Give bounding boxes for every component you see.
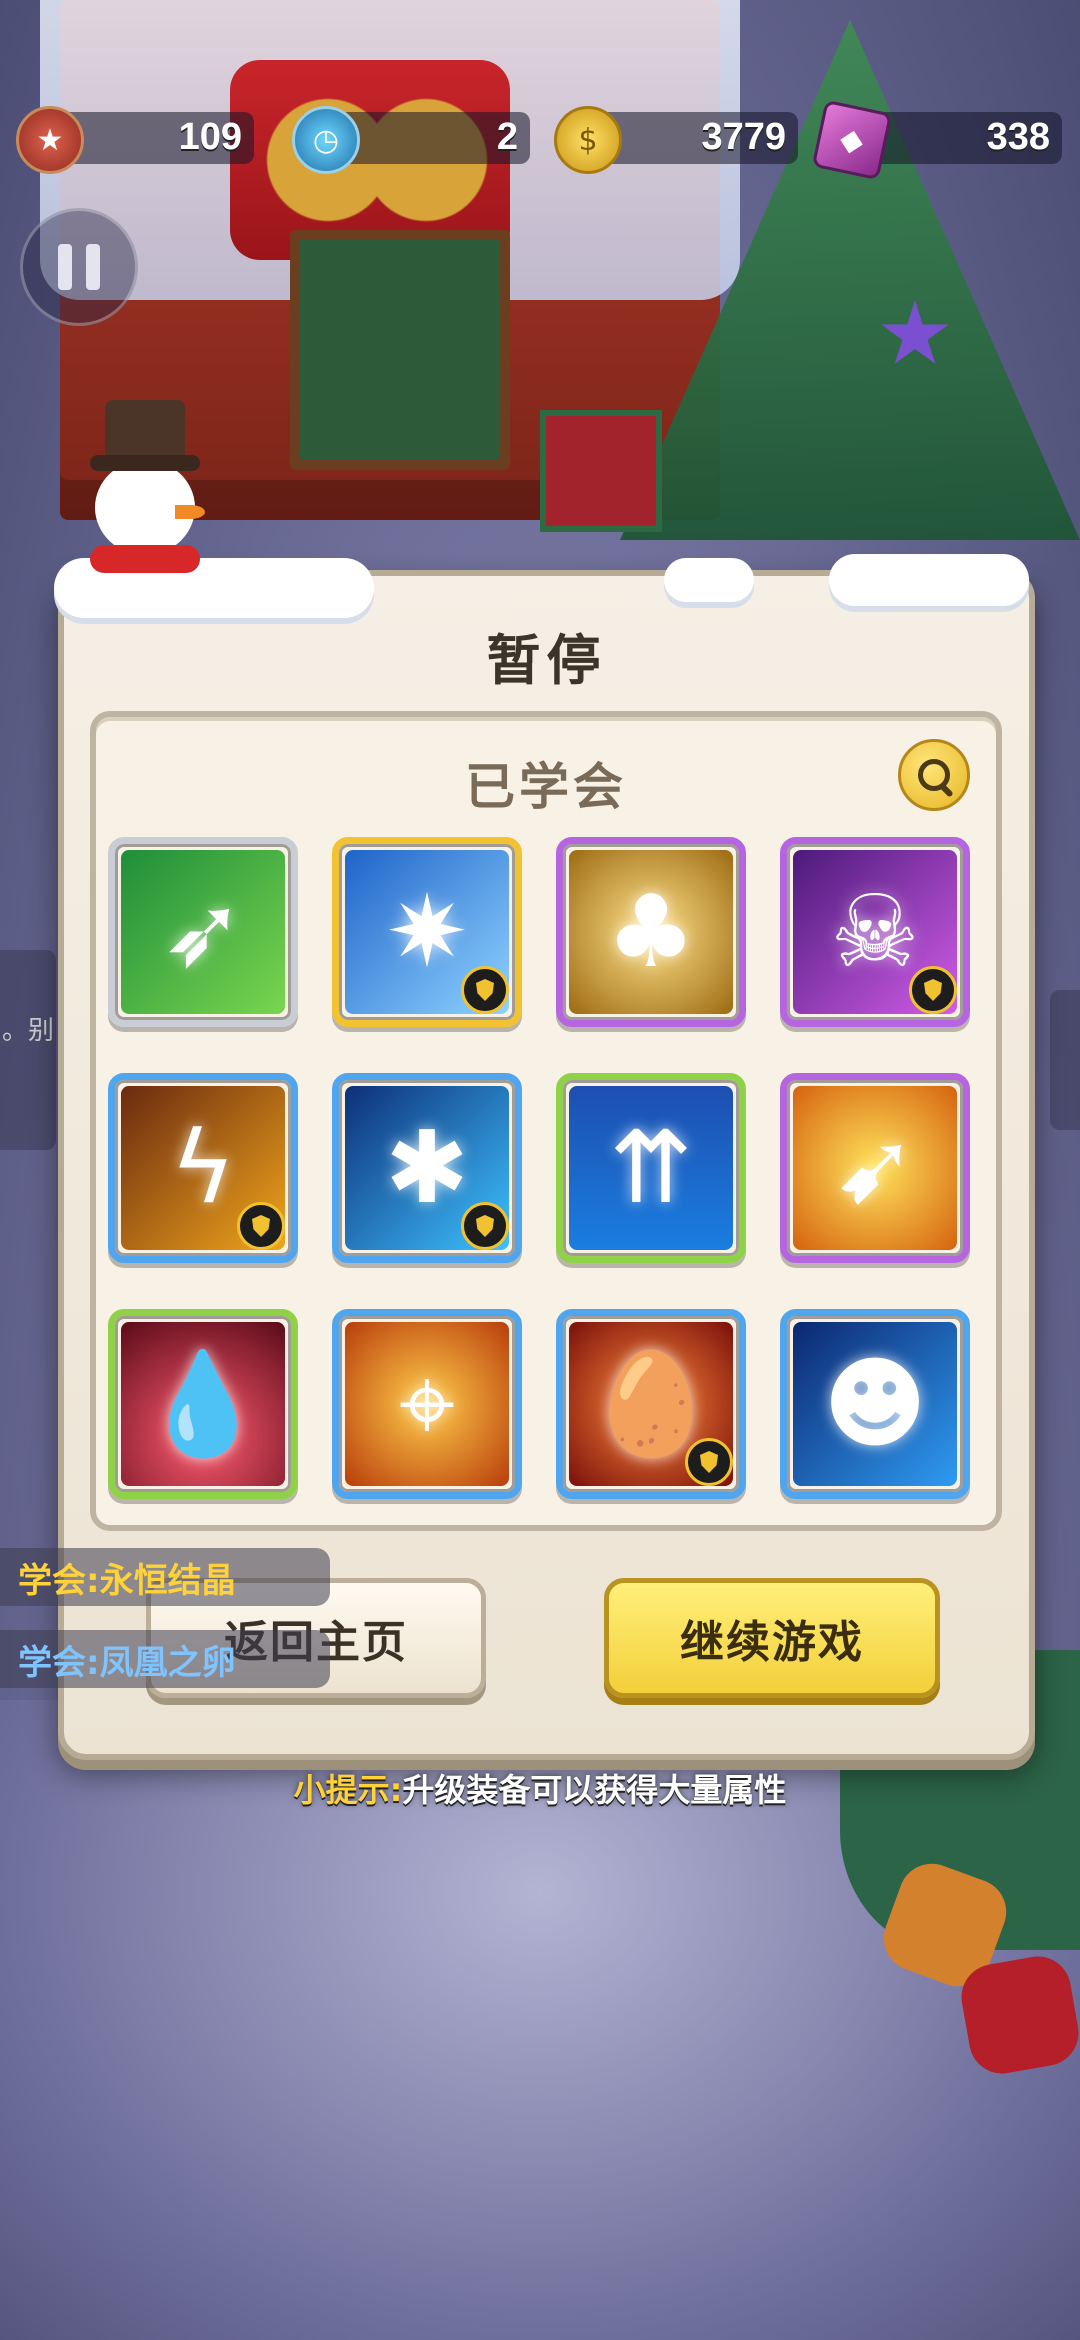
hud-medal-counter: ★ 109 bbox=[16, 106, 254, 174]
blood-drop-skill-icon: 💧 bbox=[121, 1322, 285, 1486]
hint-body: 升级装备可以获得大量属性 bbox=[402, 1771, 787, 1809]
toast-skill-name: 凤凰之卵 bbox=[99, 1642, 236, 1683]
gem-count: 338 bbox=[986, 116, 1050, 158]
snowman-scarf bbox=[90, 545, 200, 573]
clover-chest-skill-icon: ♣ bbox=[569, 850, 733, 1014]
red-rock-scenery bbox=[956, 1951, 1080, 2079]
skill-tile[interactable]: 💧 bbox=[108, 1309, 298, 1499]
coin-count: 3779 bbox=[701, 116, 786, 158]
hud-stopwatch-counter: ◷ 2 bbox=[292, 106, 530, 174]
double-arrow-up-skill-icon: ⇈ bbox=[569, 1086, 733, 1250]
snowman-hat-brim bbox=[90, 455, 200, 471]
hint-lead: 小提示: bbox=[293, 1771, 403, 1809]
toast-prefix: 学会: bbox=[18, 1560, 100, 1601]
skill-glyph: ✱ bbox=[385, 1109, 469, 1226]
skill-glyph: ➹ bbox=[833, 1109, 917, 1226]
pause-icon-bar-right bbox=[86, 244, 100, 290]
snowman-hat bbox=[105, 400, 185, 460]
learn-toast-2: 学会: 凤凰之卵 bbox=[0, 1630, 330, 1688]
skill-tile[interactable]: ✱ bbox=[332, 1073, 522, 1263]
gem-icon: ◆ bbox=[811, 99, 893, 181]
lightning-spear-skill-icon: ➹ bbox=[793, 1086, 957, 1250]
skill-glyph: ✷ bbox=[385, 873, 469, 990]
skill-tile[interactable]: ⌖ bbox=[332, 1309, 522, 1499]
skill-glyph: ☠ bbox=[830, 873, 920, 990]
green-arrow-skill-icon: ➶ bbox=[121, 850, 285, 1014]
right-side-panel-fragment bbox=[1050, 990, 1080, 1130]
shield-badge-icon bbox=[237, 1202, 285, 1250]
hint-text: 小提示:升级装备可以获得大量属性 bbox=[0, 1765, 1080, 1811]
snowman-decoration bbox=[70, 400, 220, 590]
pause-button[interactable] bbox=[20, 208, 138, 326]
snow-cap-middle bbox=[664, 558, 754, 602]
hud-coin-counter: $ 3779 bbox=[554, 106, 798, 174]
skill-glyph: ☻ bbox=[822, 1345, 928, 1462]
skill-tile[interactable]: ➶ bbox=[108, 837, 298, 1027]
skill-grid: ➶ ✷ ♣ ☠ ϟ ✱ ⇈ ➹ 💧 ⌖ 🥚 ☻ bbox=[108, 837, 988, 1499]
side-panel-text: 。别 bbox=[1, 1016, 54, 1046]
skill-tile[interactable]: ⇈ bbox=[556, 1073, 746, 1263]
medal-count: 109 bbox=[178, 116, 242, 158]
toast-prefix: 学会: bbox=[18, 1642, 100, 1683]
snowman-nose bbox=[175, 505, 205, 519]
shield-badge-icon bbox=[909, 966, 957, 1014]
medal-icon: ★ bbox=[16, 106, 84, 174]
skill-glyph: ⌖ bbox=[398, 1345, 456, 1462]
search-icon bbox=[918, 759, 950, 791]
skill-tile[interactable]: ☠ bbox=[780, 837, 970, 1027]
skill-glyph: ϟ bbox=[170, 1109, 236, 1226]
hud-gem-counter: ◆ 338 bbox=[811, 99, 1062, 181]
search-button[interactable] bbox=[898, 739, 970, 811]
skill-tile[interactable]: ♣ bbox=[556, 837, 746, 1027]
shield-badge-icon bbox=[461, 1202, 509, 1250]
coin-icon: $ bbox=[554, 106, 622, 174]
shield-badge-icon bbox=[461, 966, 509, 1014]
continue-game-button[interactable]: 继续游戏 bbox=[604, 1578, 940, 1698]
skill-glyph: ➶ bbox=[161, 873, 245, 990]
skill-tile[interactable]: ➹ bbox=[780, 1073, 970, 1263]
toast-skill-name: 永恒结晶 bbox=[99, 1560, 236, 1601]
side-panel-fragment: 。别 bbox=[0, 950, 56, 1150]
skill-tile[interactable]: ✷ bbox=[332, 837, 522, 1027]
demon-spear-skill-icon: ☻ bbox=[793, 1322, 957, 1486]
shield-badge-icon bbox=[685, 1438, 733, 1486]
crosshair-skill-icon: ⌖ bbox=[345, 1322, 509, 1486]
skill-tile[interactable]: ☻ bbox=[780, 1309, 970, 1499]
gift-box-scenery bbox=[540, 410, 662, 532]
stopwatch-count: 2 bbox=[496, 116, 518, 158]
pause-title: 暂停 bbox=[486, 629, 607, 692]
skill-tile[interactable]: ϟ bbox=[108, 1073, 298, 1263]
stopwatch-icon: ◷ bbox=[292, 106, 360, 174]
skill-tile[interactable]: 🥚 bbox=[556, 1309, 746, 1499]
learned-skills-panel: 已学会 ➶ ✷ ♣ ☠ ϟ ✱ ⇈ ➹ 💧 ⌖ 🥚 ☻ bbox=[90, 711, 1002, 1531]
learned-title: 已学会 bbox=[465, 758, 627, 816]
pause-icon-bar-left bbox=[58, 244, 72, 290]
skill-glyph: 💧 bbox=[140, 1345, 266, 1462]
door-scenery bbox=[290, 230, 510, 470]
snow-cap-right bbox=[829, 554, 1029, 606]
skill-glyph: 🥚 bbox=[588, 1345, 714, 1462]
skill-glyph: ♣ bbox=[606, 873, 696, 990]
learn-toast-1: 学会: 永恒结晶 bbox=[0, 1548, 330, 1606]
skill-glyph: ⇈ bbox=[609, 1109, 693, 1226]
